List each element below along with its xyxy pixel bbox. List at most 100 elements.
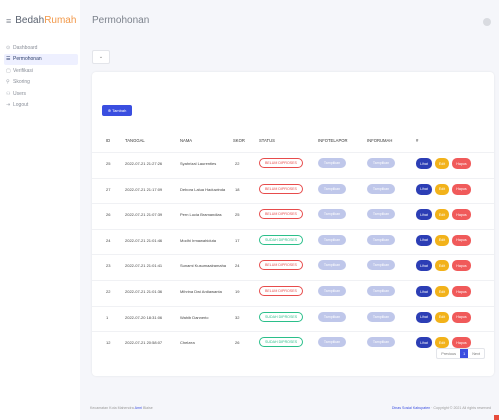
menu-icon[interactable]: ≡ [6, 16, 11, 26]
cell-nama: Debora Lalua Haduwinda [180, 186, 226, 192]
view-button[interactable]: Lihat [416, 158, 432, 169]
footer-right-accent[interactable]: Dinas Sosial Kabupaten [392, 406, 430, 410]
corner-marker [494, 415, 499, 420]
cell-skor: 19 [235, 289, 240, 294]
view-button[interactable]: Lihat [416, 234, 432, 246]
edit-button[interactable]: Edit [435, 183, 449, 195]
footer-left-accent[interactable]: Amri [135, 406, 142, 410]
pagination-previous[interactable]: Previous [437, 349, 460, 358]
cell-tanggal: 2022-07-21 21:01:36 [125, 289, 163, 294]
column-header-infotelapor[interactable]: INFOTELAPOR [318, 138, 348, 143]
cell-tanggal: 2022-07-21 21:01:46 [125, 237, 163, 243]
delete-button[interactable]: Hapus [452, 286, 471, 297]
delete-button[interactable]: Hapus [452, 158, 471, 169]
edit-button[interactable]: Edit [435, 337, 449, 349]
status-badge: BELUM DIPROSES [259, 158, 303, 168]
column-header-actions: # [416, 138, 419, 143]
column-header-status[interactable]: STATUS [259, 138, 275, 143]
sidebar-item-verifikasi[interactable]: ▢ Verifikasi [4, 65, 78, 77]
column-header-id[interactable]: ID [106, 138, 110, 143]
table-header: ID TANGGAL NAMA SKOR STATUS INFOTELAPOR … [92, 138, 494, 150]
checkbox-icon: ▢ [6, 67, 11, 74]
table-row: 24 2022-07-21 21:01:46 Modhi Irmawahiduta 1… [92, 228, 494, 251]
logout-icon: ⇥ [6, 102, 11, 109]
status-badge: SUDAH DIPROSES [259, 337, 304, 348]
sidebar-item-users[interactable]: ⚇ Users [4, 88, 78, 100]
show-infotelapor-button[interactable]: Tampilkan [318, 183, 346, 194]
delete-button[interactable]: Hapus [452, 260, 471, 272]
add-button[interactable]: ⊕ Tambah [102, 105, 132, 116]
sidebar-item-label: Skoring [13, 79, 30, 86]
show-infotelapor-button[interactable]: Tampilkan [318, 311, 346, 322]
show-inforumah-button[interactable]: Tampilkan [367, 158, 395, 168]
cell-skor: 32 [235, 314, 240, 320]
cell-nama: Mihrina Dwi Ardiawanta [180, 289, 222, 294]
delete-button[interactable]: Hapus [452, 209, 471, 221]
sidebar-nav: ⊙ Dashboard ☰ Permohonan ▢ Verifikasi ⚲ … [4, 42, 78, 111]
show-inforumah-button[interactable]: Tampilkan [367, 311, 395, 322]
view-button[interactable]: Lihat [416, 311, 432, 323]
status-badge: SUDAH DIPROSES [259, 311, 304, 322]
column-header-tanggal[interactable]: TANGGAL [125, 138, 145, 143]
show-infotelapor-button[interactable]: Tampilkan [318, 234, 346, 245]
edit-button[interactable]: Edit [435, 311, 449, 323]
sidebar-item-label: Logout [13, 102, 29, 109]
cell-id: 22 [106, 289, 111, 294]
show-infotelapor-button[interactable]: Tampilkan [318, 260, 346, 271]
show-infotelapor-button[interactable]: Tampilkan [318, 158, 346, 168]
view-button[interactable]: Lihat [416, 260, 432, 272]
footer-left-suffix: Blaise [141, 406, 153, 410]
show-inforumah-button[interactable]: Tampilkan [367, 234, 395, 245]
view-button[interactable]: Lihat [416, 337, 432, 349]
show-inforumah-button[interactable]: Tampilkan [367, 286, 395, 296]
sidebar-item-permohonan[interactable]: ☰ Permohonan [4, 53, 78, 65]
table-row: 22 2022-07-21 21:01:36 Mihrina Dwi Ardiawa… [92, 280, 494, 302]
sidebar-item-logout[interactable]: ⇥ Logout [4, 100, 78, 112]
cell-nama: Chelzea [180, 340, 195, 346]
status-badge: BELUM DIPROSES [259, 183, 303, 194]
delete-button[interactable]: Hapus [452, 234, 471, 246]
show-inforumah-button[interactable]: Tampilkan [367, 209, 395, 220]
view-button[interactable]: Lihat [416, 286, 432, 297]
show-inforumah-button[interactable]: Tampilkan [367, 183, 395, 194]
sidebar-item-skoring[interactable]: ⚲ Skoring [4, 77, 78, 89]
permohonan-card: ⊕ Tambah ID TANGGAL NAMA SKOR STATUS INF… [92, 72, 494, 376]
column-header-nama[interactable]: NAMA [180, 138, 192, 143]
edit-button[interactable]: Edit [435, 209, 449, 221]
show-inforumah-button[interactable]: Tampilkan [367, 337, 395, 348]
column-header-inforumah[interactable]: INFORUMAH [367, 138, 392, 143]
filter-dropdown[interactable]: ⌄ [92, 50, 110, 64]
status-badge: BELUM DIPROSES [259, 209, 303, 220]
delete-button[interactable]: Hapus [452, 337, 471, 349]
cell-tanggal: 2022-07-20 18:31:06 [125, 314, 163, 320]
sidebar-item-label: Dashboard [13, 44, 38, 51]
show-infotelapor-button[interactable]: Tampilkan [318, 286, 346, 296]
show-infotelapor-button[interactable]: Tampilkan [318, 209, 346, 220]
sidebar-item-label: Permohonan [13, 56, 42, 63]
view-button[interactable]: Lihat [416, 209, 432, 221]
cell-tanggal: 2022-07-21 21:07:39 [125, 212, 163, 218]
cell-nama: Sunami Kusumaalramaha [180, 263, 227, 269]
show-infotelapor-button[interactable]: Tampilkan [318, 337, 346, 348]
sidebar-item-dashboard[interactable]: ⊙ Dashboard [4, 42, 78, 54]
pagination-next[interactable]: Next [468, 349, 484, 358]
status-badge: SUDAH DIPROSES [259, 234, 304, 245]
cell-id: 25 [106, 161, 111, 166]
delete-button[interactable]: Hapus [452, 183, 471, 195]
column-header-skor[interactable]: SKOR [233, 138, 245, 143]
footer: Kecamatan Kota Mahendra Amri Blaise Dina… [80, 400, 499, 420]
view-button[interactable]: Lihat [416, 183, 432, 195]
edit-button[interactable]: Edit [435, 260, 449, 272]
pagination-current-page[interactable]: 1 [460, 349, 469, 358]
delete-button[interactable]: Hapus [452, 311, 471, 323]
brand-logo[interactable]: ≡ Bedah Rumah [6, 15, 76, 26]
show-inforumah-button[interactable]: Tampilkan [367, 260, 395, 271]
cell-nama: Pern Lucia Bramandias [180, 212, 222, 218]
cell-skor: 22 [235, 161, 240, 166]
status-badge: BELUM DIPROSES [259, 286, 303, 296]
edit-button[interactable]: Edit [435, 234, 449, 246]
avatar[interactable] [483, 18, 491, 26]
scale-icon: ⚲ [6, 79, 10, 86]
edit-button[interactable]: Edit [435, 158, 449, 169]
edit-button[interactable]: Edit [435, 286, 449, 297]
